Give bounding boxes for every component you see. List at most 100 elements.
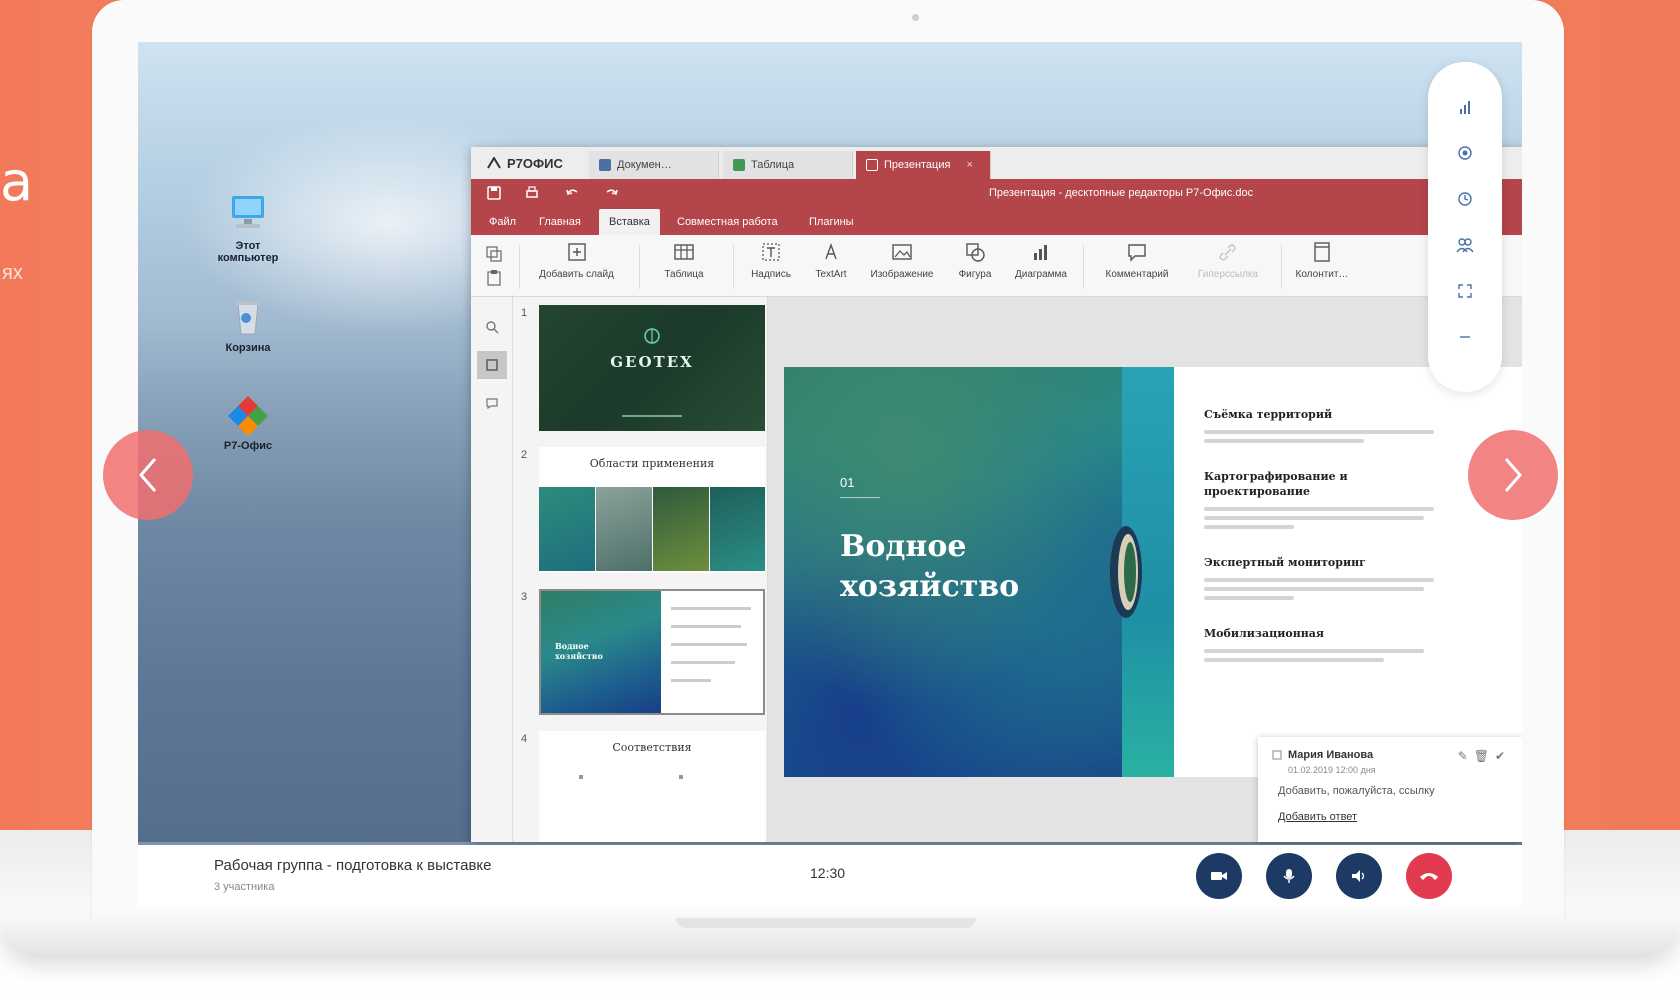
slide-content-item: Картографирование и проектирование — [1204, 469, 1504, 529]
header-footer-icon — [1314, 242, 1330, 262]
carousel-next-button[interactable] — [1468, 430, 1558, 520]
chevron-right-icon — [1504, 458, 1522, 492]
comment-date: 01.02.2019 12:00 дня — [1288, 765, 1376, 775]
tab-document[interactable]: Докумен… — [589, 151, 719, 179]
slide-thumbnail-1[interactable]: GEOTEX — [539, 305, 765, 431]
undo-icon[interactable] — [565, 186, 579, 200]
thumbnail-title: GEOTEX — [610, 353, 694, 371]
add-slide-icon — [567, 243, 586, 261]
ribbon-separator — [519, 245, 520, 289]
thumbnail-number: 2 — [521, 449, 528, 461]
paste-icon[interactable] — [485, 269, 503, 287]
resolve-icon[interactable]: ✔ — [1495, 749, 1511, 763]
menu-insert[interactable]: Вставка — [599, 209, 660, 235]
comment-author-icon — [1272, 750, 1282, 760]
thumbnail-photo — [539, 487, 595, 571]
print-icon[interactable] — [525, 186, 539, 200]
call-participants: 3 участника — [214, 881, 275, 893]
slide-title[interactable]: Водное хозяйство — [840, 527, 1100, 607]
chart-button[interactable]: Диаграмма — [1007, 241, 1075, 280]
end-call-button[interactable] — [1406, 853, 1452, 899]
textart-icon — [825, 242, 837, 260]
add-slide-button[interactable]: Добавить слайд — [529, 241, 624, 280]
title-bar: Презентация - десктопные редакторы Р7-Оф… — [471, 179, 1522, 209]
tab-bar: Р7ОФИС Докумен… Таблица Презентация × — [471, 147, 1522, 179]
presentation-icon — [866, 159, 878, 171]
search-button[interactable] — [477, 313, 507, 341]
close-tab-icon[interactable]: × — [966, 159, 972, 171]
slide-thumbnail-4[interactable]: Соответствия — [539, 731, 765, 842]
document-icon — [599, 159, 611, 171]
copy-icon[interactable] — [485, 245, 503, 263]
ribbon-separator — [639, 245, 640, 289]
slide-thumbnail-3-selected[interactable]: Водное хозяйство — [539, 589, 765, 715]
menu-bar: Файл Главная Вставка Совместная работа П… — [471, 209, 1522, 235]
fullscreen-button[interactable] — [1450, 276, 1480, 306]
add-reply-link[interactable]: Добавить ответ — [1278, 811, 1357, 823]
comments-panel-button[interactable] — [477, 389, 507, 417]
camera-toggle-button[interactable] — [1196, 853, 1242, 899]
image-button[interactable]: Изображение — [863, 241, 941, 280]
timer-button[interactable] — [1450, 184, 1480, 214]
menu-home[interactable]: Главная — [529, 209, 591, 235]
desktop-icon-r7-office[interactable]: Р7-Офис — [208, 392, 288, 452]
recycle-bin-icon — [236, 301, 260, 335]
laptop-screen: Этот компьютер Корзина Р7-Офис Р7ОФИС До… — [138, 42, 1522, 907]
redo-icon[interactable] — [605, 186, 619, 200]
carousel-prev-button[interactable] — [103, 430, 193, 520]
vertical-toolbar — [1428, 62, 1502, 392]
call-title: Рабочая группа - подготовка к выставке — [214, 857, 492, 874]
menu-collaboration[interactable]: Совместная работа — [667, 209, 788, 235]
chevron-left-icon — [139, 458, 157, 492]
delete-icon[interactable]: 🗑 — [1474, 749, 1495, 763]
textbox-button[interactable]: Надпись — [741, 241, 801, 280]
comments-icon — [486, 398, 498, 410]
header-footer-button[interactable]: Колонтит… — [1291, 241, 1353, 280]
thumbnail-text-line — [671, 607, 751, 610]
speaker-toggle-button[interactable] — [1336, 853, 1382, 899]
ribbon-separator — [1083, 245, 1084, 289]
image-icon — [892, 244, 912, 260]
slides-panel-button[interactable] — [477, 351, 507, 379]
signal-button[interactable] — [1450, 92, 1480, 122]
slides-icon — [486, 359, 498, 371]
tab-presentation[interactable]: Презентация × — [856, 151, 991, 179]
menu-plugins[interactable]: Плагины — [799, 209, 864, 235]
comment-button[interactable]: Комментарий — [1093, 241, 1181, 280]
shape-icon — [966, 243, 985, 262]
thumbnail-photo — [710, 487, 765, 571]
geotex-logo-icon — [644, 328, 660, 344]
save-icon[interactable] — [487, 186, 501, 200]
shape-button[interactable]: Фигура — [947, 241, 1003, 280]
participants-button[interactable] — [1450, 230, 1480, 260]
slide-content-item: Съёмка территорий — [1204, 407, 1504, 443]
tab-spreadsheet[interactable]: Таблица — [723, 151, 853, 179]
table-button[interactable]: Таблица — [649, 241, 719, 280]
slide-thumbnail-2[interactable]: Области применения — [539, 447, 765, 573]
textart-button[interactable]: TextArt — [801, 241, 861, 280]
comment-icon — [1128, 244, 1146, 262]
thumbnail-title: Области применения — [589, 457, 715, 470]
call-timer: 12:30 — [810, 865, 846, 881]
record-button[interactable] — [1450, 138, 1480, 168]
hyperlink-button[interactable]: Гиперссылка — [1183, 241, 1273, 280]
desktop-icon-computer[interactable]: Этот компьютер — [208, 192, 288, 264]
thumbnail-title: Водное хозяйство — [555, 641, 603, 661]
thumbnail-photo — [596, 487, 652, 571]
microphone-toggle-button[interactable] — [1266, 853, 1312, 899]
edit-icon[interactable]: ✎ — [1458, 749, 1474, 763]
island-illustration — [1110, 526, 1142, 618]
laptop-camera — [912, 14, 919, 21]
desktop-icon-recycle-bin[interactable]: Корзина — [208, 294, 288, 354]
table-icon — [674, 244, 694, 260]
brand-logo-icon — [487, 157, 501, 169]
thumbnail-dot — [579, 775, 583, 779]
thumbnail-photo — [653, 487, 709, 571]
current-slide[interactable]: 01 Водное хозяйство Съёмка территорий Ка… — [784, 367, 1522, 777]
clock-icon — [1458, 192, 1472, 206]
ribbon-separator — [1281, 245, 1282, 289]
menu-file[interactable]: Файл — [479, 209, 526, 235]
video-call-bar: Рабочая группа - подготовка к выставке 3… — [138, 845, 1522, 907]
minimize-button[interactable] — [1450, 322, 1480, 352]
slide-content-item: Экспертный мониторинг — [1204, 555, 1504, 600]
